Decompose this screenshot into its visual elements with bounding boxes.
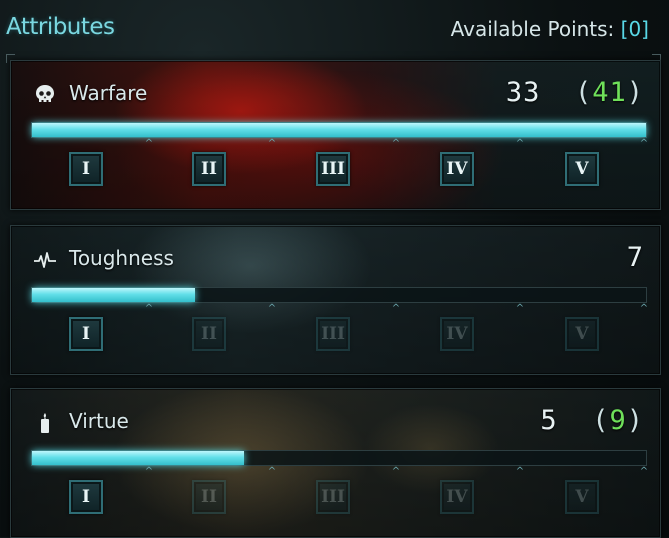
page-title: Attributes (6, 14, 115, 40)
progress-fill (32, 288, 195, 302)
caret-up-icon: ^ (267, 466, 277, 477)
tier-button-5[interactable]: V (565, 317, 599, 351)
attribute-panel-warfare: Warfare 33 (41) ^ ^ ^ ^ ^ I II III IV V (10, 60, 661, 210)
tier-button-1[interactable]: I (69, 317, 103, 351)
attribute-base-value: 33 (505, 77, 541, 108)
available-points-value: [0] (620, 17, 649, 41)
attribute-panel-virtue: Virtue 5 (9) ^ ^ ^ ^ ^ I II III IV V (10, 388, 661, 538)
caret-up-icon: ^ (391, 138, 401, 149)
attribute-value: 5 (9) (540, 405, 644, 436)
available-points-label: Available Points: (450, 17, 615, 41)
candle-icon (41, 413, 49, 433)
tier-button-3[interactable]: III (316, 480, 350, 514)
attribute-progress-bar (31, 450, 647, 466)
progress-fill (32, 123, 646, 137)
caret-up-icon: ^ (639, 138, 649, 149)
tier-button-5[interactable]: V (565, 152, 599, 186)
tier-button-3[interactable]: III (316, 317, 350, 351)
caret-up-icon: ^ (144, 466, 154, 477)
tier-button-5[interactable]: V (565, 480, 599, 514)
tier-button-2[interactable]: II (192, 317, 226, 351)
tier-button-2[interactable]: II (192, 480, 226, 514)
progress-fill (32, 451, 244, 465)
attribute-bonus-value: 9 (609, 405, 627, 436)
skull-icon (36, 85, 54, 102)
tier-button-3[interactable]: III (316, 152, 350, 186)
caret-up-icon: ^ (391, 303, 401, 314)
attribute-value: 7 (627, 242, 644, 273)
attribute-bonus-value: 41 (592, 77, 627, 108)
attribute-base-value: 5 (540, 405, 558, 436)
tier-button-4[interactable]: IV (440, 480, 474, 514)
tier-button-1[interactable]: I (69, 152, 103, 186)
close-paren: ) (626, 77, 644, 108)
close-paren: ) (626, 405, 644, 436)
tier-button-4[interactable]: IV (440, 317, 474, 351)
open-paren: ( (574, 405, 610, 436)
tier-button-4[interactable]: IV (440, 152, 474, 186)
attribute-progress-bar (31, 287, 647, 303)
attribute-name: Virtue (69, 409, 129, 433)
caret-up-icon: ^ (515, 466, 525, 477)
attribute-progress-bar (31, 122, 647, 138)
attribute-value: 33 (41) (506, 77, 644, 108)
tier-button-2[interactable]: II (192, 152, 226, 186)
caret-up-icon: ^ (144, 303, 154, 314)
caret-up-icon: ^ (515, 138, 525, 149)
caret-up-icon: ^ (144, 138, 154, 149)
available-points: Available Points: [0] (451, 17, 649, 41)
caret-up-icon: ^ (267, 138, 277, 149)
attribute-name: Warfare (69, 81, 148, 105)
attribute-panel-toughness: Toughness 7 ^ ^ ^ ^ ^ I II III IV V (10, 225, 661, 375)
caret-up-icon: ^ (639, 466, 649, 477)
caret-up-icon: ^ (391, 466, 401, 477)
caret-up-icon: ^ (267, 303, 277, 314)
caret-up-icon: ^ (515, 303, 525, 314)
attribute-name: Toughness (69, 246, 174, 270)
attributes-header: Attributes Available Points: [0] (0, 0, 669, 56)
open-paren: ( (557, 77, 593, 108)
heartbeat-icon (34, 252, 56, 268)
tier-button-1[interactable]: I (69, 480, 103, 514)
attribute-base-value: 7 (626, 242, 644, 273)
caret-up-icon: ^ (639, 303, 649, 314)
